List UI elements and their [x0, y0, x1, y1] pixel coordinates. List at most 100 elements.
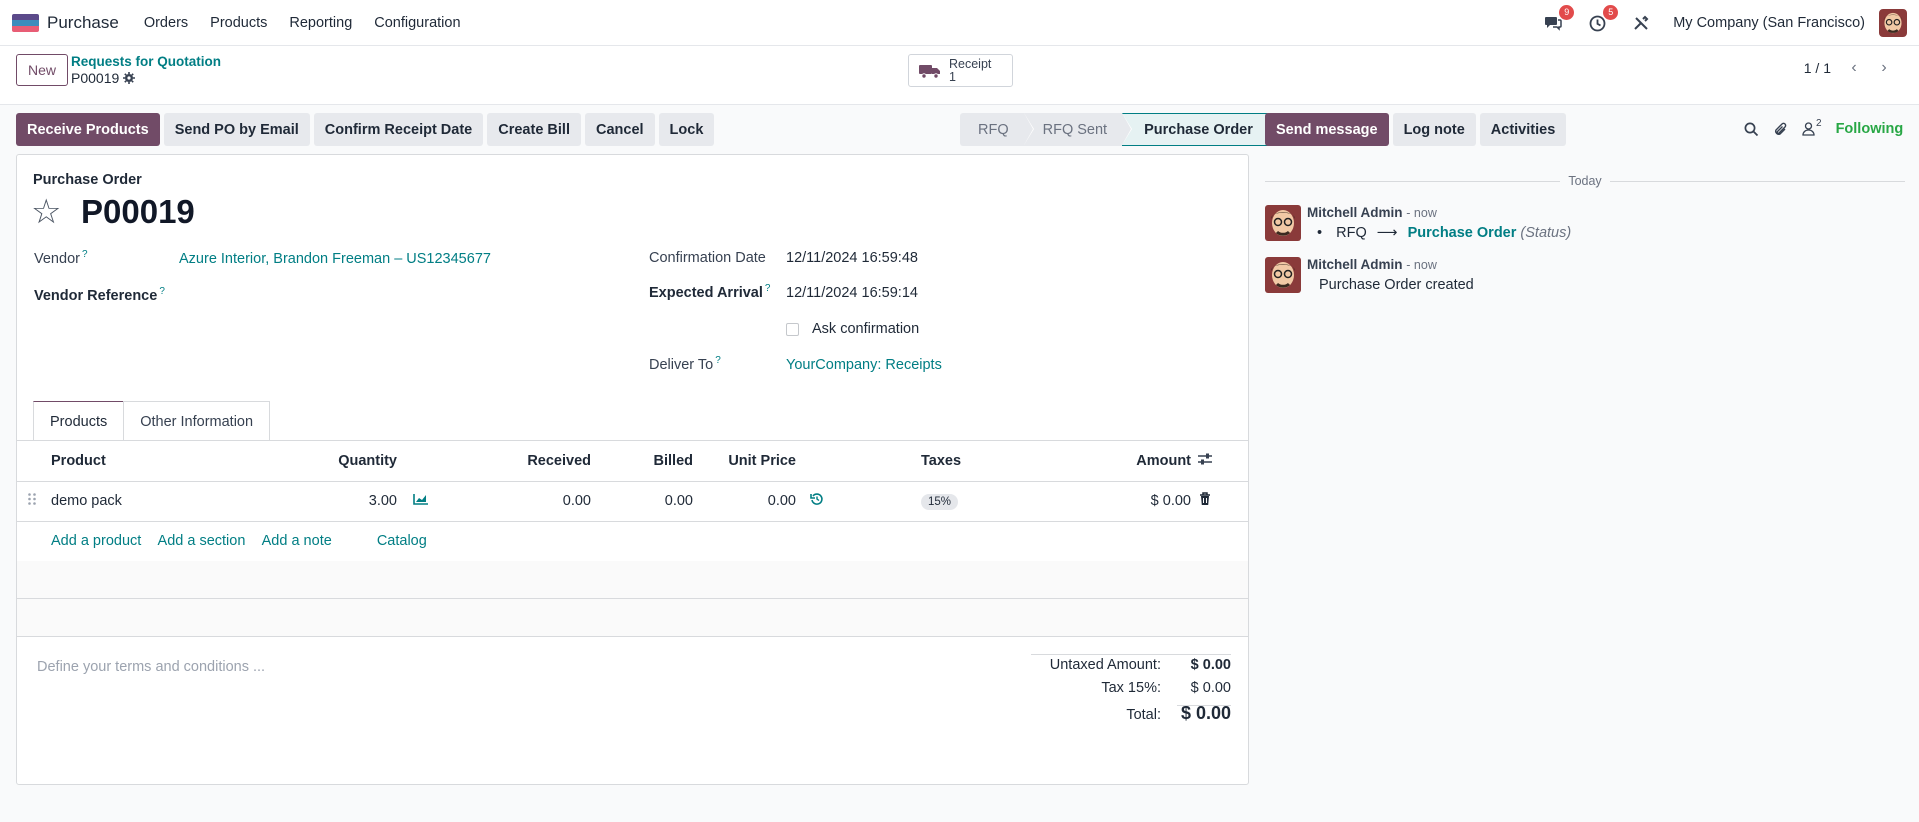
col-product[interactable]: Product — [51, 441, 267, 482]
drag-handle-icon[interactable] — [17, 481, 51, 522]
add-product-link[interactable]: Add a product — [51, 533, 141, 549]
pager-previous-icon[interactable]: ‹ — [1842, 56, 1866, 80]
gear-icon[interactable] — [123, 72, 136, 84]
line-billed[interactable]: 0.00 — [591, 481, 693, 522]
line-amount: $ 0.00 — [1031, 481, 1191, 522]
chatter-message: Mitchell Admin - now Purchase Order crea… — [1265, 257, 1905, 297]
paperclip-icon[interactable] — [1773, 122, 1788, 137]
message-author-name[interactable]: Mitchell Admin — [1307, 257, 1403, 272]
messages-icon[interactable]: 9 — [1541, 5, 1575, 35]
create-bill-button[interactable]: Create Bill — [487, 113, 581, 146]
empty-row — [17, 561, 1248, 599]
line-taxes[interactable]: 15% — [921, 481, 1031, 522]
stage-rfq-sent[interactable]: RFQ Sent — [1023, 113, 1133, 146]
line-quantity[interactable]: 3.00 — [267, 481, 397, 522]
col-billed[interactable]: Billed — [591, 441, 693, 482]
untaxed-amount-label: Untaxed Amount: — [1049, 657, 1161, 673]
user-avatar[interactable] — [1879, 9, 1907, 37]
star-icon[interactable]: ☆ — [31, 195, 61, 229]
col-quantity[interactable]: Quantity — [267, 441, 397, 482]
confirmation-date-label: Confirmation Date — [649, 250, 766, 266]
total-row: Total: $ 0.00 — [1031, 703, 1231, 726]
empty-row — [17, 599, 1248, 637]
cancel-button[interactable]: Cancel — [584, 113, 655, 146]
terms-and-conditions-field[interactable]: Define your terms and conditions ... — [37, 659, 265, 675]
ask-confirmation-checkbox[interactable] — [786, 323, 799, 336]
expected-arrival-label: Expected Arrival? — [649, 283, 771, 301]
document-type: Purchase Order — [33, 172, 142, 188]
action-bar: Receive Products Send PO by Email Confir… — [16, 113, 715, 146]
stage-rfq-sent-label: RFQ Sent — [1042, 121, 1108, 138]
message-author-name[interactable]: Mitchell Admin — [1307, 205, 1403, 220]
author-avatar[interactable] — [1265, 257, 1301, 293]
deliver-to-field[interactable]: YourCompany: Receipts — [786, 357, 942, 373]
line-unit-price[interactable]: 0.00 — [693, 481, 796, 522]
col-amount[interactable]: Amount — [1031, 441, 1191, 482]
message-body: Purchase Order created — [1319, 277, 1474, 293]
send-po-email-button[interactable]: Send PO by Email — [163, 113, 310, 146]
breadcrumb-parent[interactable]: Requests for Quotation — [71, 54, 221, 69]
untaxed-amount-value: $ 0.00 — [1190, 657, 1231, 673]
breadcrumb-current: P00019 — [71, 70, 136, 86]
menu-configuration[interactable]: Configuration — [374, 15, 460, 31]
add-section-link[interactable]: Add a section — [158, 533, 246, 549]
col-received[interactable]: Received — [441, 441, 591, 482]
send-message-button[interactable]: Send message — [1265, 113, 1389, 146]
tracking-old-value: RFQ — [1336, 225, 1367, 241]
followers-button[interactable]: 2 — [1802, 118, 1822, 136]
menu-orders[interactable]: Orders — [144, 15, 188, 31]
forecast-chart-icon[interactable] — [397, 481, 441, 522]
activities-button[interactable]: Activities — [1479, 113, 1567, 146]
expected-arrival-field[interactable]: 12/11/2024 16:59:14 — [786, 285, 918, 301]
app-name[interactable]: Purchase — [47, 13, 119, 33]
tab-other-information[interactable]: Other Information — [123, 401, 271, 441]
tax-tag: 15% — [921, 493, 959, 510]
document-name: P00019 — [81, 193, 195, 230]
col-taxes[interactable]: Taxes — [921, 441, 1031, 482]
tab-products[interactable]: Products — [33, 401, 124, 441]
following-button[interactable]: Following — [1836, 121, 1904, 137]
col-unit-price[interactable]: Unit Price — [693, 441, 796, 482]
column-settings-icon[interactable] — [1191, 441, 1248, 482]
control-panel: New Requests for Quotation P00019 Receip… — [0, 46, 1919, 105]
table-row[interactable]: demo pack 3.00 0.00 0.00 0.00 15% $ 0.00 — [17, 481, 1248, 522]
price-history-icon[interactable] — [796, 481, 921, 522]
pager-value[interactable]: 1 / 1 — [1804, 60, 1831, 76]
author-avatar[interactable] — [1265, 205, 1301, 241]
vendor-field[interactable]: Azure Interior, Brandon Freeman – US1234… — [179, 251, 491, 267]
receipt-smart-button[interactable]: Receipt 1 — [908, 54, 1013, 87]
new-button[interactable]: New — [16, 54, 68, 86]
vendor-reference-label: Vendor Reference? — [34, 286, 165, 304]
search-icon[interactable] — [1744, 122, 1759, 137]
notebook-tabs: Products Other Information — [33, 401, 271, 441]
menu-products[interactable]: Products — [210, 15, 267, 31]
activities-clock-icon[interactable]: 5 — [1585, 5, 1619, 35]
log-note-button[interactable]: Log note — [1392, 113, 1476, 146]
receive-products-button[interactable]: Receive Products — [16, 113, 160, 146]
delete-line-icon[interactable] — [1191, 481, 1248, 522]
receipt-label: Receipt — [949, 56, 992, 71]
menu-reporting[interactable]: Reporting — [289, 15, 352, 31]
lock-button[interactable]: Lock — [658, 113, 715, 146]
form-sheet: Purchase Order ☆ P00019 Vendor? Azure In… — [16, 154, 1249, 785]
line-product[interactable]: demo pack — [51, 481, 267, 522]
stage-purchase-order-label: Purchase Order — [1144, 121, 1253, 138]
tools-icon[interactable] — [1629, 11, 1653, 35]
messages-badge: 9 — [1559, 5, 1575, 20]
line-received[interactable]: 0.00 — [441, 481, 591, 522]
stage-purchase-order[interactable]: Purchase Order — [1122, 113, 1270, 146]
untaxed-amount-row: Untaxed Amount: $ 0.00 — [1031, 657, 1231, 680]
pager-next-icon[interactable]: › — [1872, 56, 1896, 80]
stage-rfq-label: RFQ — [978, 121, 1009, 138]
purchase-app-icon[interactable] — [12, 13, 39, 32]
company-switcher[interactable]: My Company (San Francisco) — [1673, 15, 1865, 31]
tax-value: $ 0.00 — [1190, 680, 1231, 696]
confirmation-date-field[interactable]: 12/11/2024 16:59:48 — [786, 250, 918, 266]
add-note-link[interactable]: Add a note — [262, 533, 332, 549]
top-navbar: Purchase Orders Products Reporting Confi… — [0, 0, 1919, 46]
catalog-link[interactable]: Catalog — [377, 533, 427, 549]
confirm-receipt-date-button[interactable]: Confirm Receipt Date — [313, 113, 484, 146]
receipt-count: 1 — [949, 69, 956, 84]
activities-badge: 5 — [1603, 5, 1619, 20]
stage-rfq[interactable]: RFQ — [960, 113, 1034, 146]
